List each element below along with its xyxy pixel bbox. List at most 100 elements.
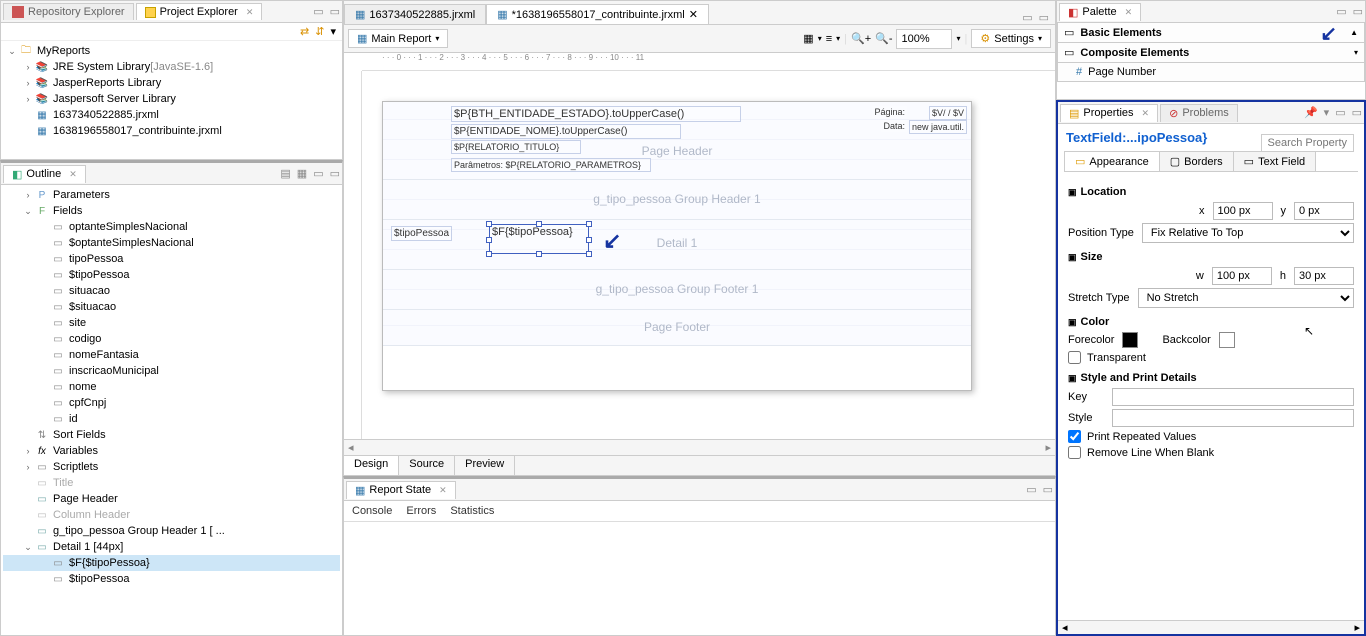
tab-preview[interactable]: Preview bbox=[455, 456, 515, 475]
expr-nome[interactable]: $P{ENTIDADE_NOME}.toUpperCase() bbox=[451, 124, 681, 139]
outline-item[interactable]: ▭Page Header bbox=[3, 491, 340, 507]
select-stretch-type[interactable]: No Stretch bbox=[1138, 288, 1354, 308]
zoom-input[interactable] bbox=[896, 29, 952, 49]
maximize-icon[interactable]: ▭ bbox=[1352, 106, 1362, 119]
minimize-icon[interactable]: ▭ bbox=[1335, 106, 1345, 119]
pin-icon[interactable]: 📌 bbox=[1304, 106, 1318, 119]
outline-item[interactable]: ▭site bbox=[3, 315, 340, 331]
data-val[interactable]: new java.util. bbox=[909, 120, 967, 134]
select-position-type[interactable]: Fix Relative To Top bbox=[1142, 223, 1354, 243]
tab-project-explorer[interactable]: Project Explorer ✕ bbox=[136, 3, 263, 20]
data-label[interactable]: Data: bbox=[881, 120, 907, 132]
outline-item[interactable]: ▭situacao bbox=[3, 283, 340, 299]
collapse-all-icon[interactable]: ⇄ bbox=[300, 25, 309, 38]
outline-item[interactable]: ▭inscricaoMunicipal bbox=[3, 363, 340, 379]
outline-item[interactable]: ▭id bbox=[3, 411, 340, 427]
input-x[interactable] bbox=[1213, 202, 1273, 220]
tree-item[interactable]: ›📚JasperReports Library bbox=[3, 75, 340, 91]
close-icon[interactable]: ✕ bbox=[1125, 7, 1133, 18]
minimize-icon[interactable]: ▭ bbox=[313, 167, 323, 180]
outline-item[interactable]: ⇅Sort Fields bbox=[3, 427, 340, 443]
editor-tab-1[interactable]: ▦ 1637340522885.jrxml bbox=[344, 4, 486, 24]
outline-item[interactable]: ▭$F{$tipoPessoa} bbox=[3, 555, 340, 571]
view-menu-icon[interactable]: ▾ bbox=[1324, 106, 1330, 119]
outline-item[interactable]: ▭Title bbox=[3, 475, 340, 491]
tool-icon[interactable]: ≡ bbox=[826, 33, 832, 45]
pagina-label[interactable]: Página: bbox=[872, 106, 907, 118]
tab-report-state[interactable]: ▦ Report State ✕ bbox=[346, 481, 456, 499]
main-report-dropdown[interactable]: ▦ Main Report ▾ bbox=[348, 29, 448, 48]
backcolor-swatch[interactable] bbox=[1219, 332, 1235, 348]
tree-item[interactable]: ⌄🗀MyReports bbox=[3, 43, 340, 59]
expr-titulo[interactable]: $P{RELATORIO_TITULO} bbox=[451, 140, 581, 154]
minimize-icon[interactable]: ▭ bbox=[1026, 483, 1036, 496]
outline-item[interactable]: ⌄FFields bbox=[3, 203, 340, 219]
palette-item-pagenumber[interactable]: # Page Number bbox=[1057, 62, 1365, 82]
tree-item[interactable]: ▦1638196558017_contribuinte.jrxml bbox=[3, 123, 340, 139]
minimize-icon[interactable]: ▭ bbox=[1022, 11, 1032, 24]
palette-group-composite[interactable]: ▭ Composite Elements ↙ ▾ bbox=[1057, 42, 1365, 63]
maximize-icon[interactable]: ▭ bbox=[1353, 5, 1363, 18]
outline-item[interactable]: ▭nomeFantasia bbox=[3, 347, 340, 363]
search-property[interactable]: Search Property bbox=[1261, 134, 1354, 152]
tab-outline[interactable]: ◧ Outline ✕ bbox=[3, 165, 86, 183]
forecolor-swatch[interactable] bbox=[1122, 332, 1138, 348]
close-icon[interactable]: ✕ bbox=[246, 7, 254, 18]
input-w[interactable] bbox=[1212, 267, 1272, 285]
outline-item[interactable]: ▭$tipoPessoa bbox=[3, 571, 340, 587]
proptab-borders[interactable]: ▢ Borders bbox=[1159, 151, 1234, 171]
close-icon[interactable]: ✕ bbox=[439, 485, 447, 496]
design-canvas[interactable]: · · · 0 · · · 1 · · · 2 · · · 3 · · · 4 … bbox=[344, 53, 1055, 439]
input-key[interactable] bbox=[1112, 388, 1354, 406]
maximize-icon[interactable]: ▭ bbox=[1043, 483, 1053, 496]
tab-design[interactable]: Design bbox=[344, 456, 399, 475]
input-y[interactable] bbox=[1294, 202, 1354, 220]
collapse-icon[interactable]: ▣ bbox=[1068, 187, 1077, 198]
tool-icon[interactable]: ▦ bbox=[803, 32, 813, 45]
outline-icon-1[interactable]: ▤ bbox=[280, 167, 290, 180]
zoom-out-icon[interactable]: 🔍- bbox=[875, 32, 892, 45]
expr-estado[interactable]: $P{BTH_ENTIDADE_ESTADO}.toUpperCase() bbox=[451, 106, 741, 122]
tab-source[interactable]: Source bbox=[399, 456, 455, 475]
pagina-val[interactable]: $V/ / $V bbox=[929, 106, 967, 120]
expr-params[interactable]: Parâmetros: $P{RELATORIO_PARAMETROS} bbox=[451, 158, 651, 172]
outline-item[interactable]: ▭$tipoPessoa bbox=[3, 267, 340, 283]
outline-tree[interactable]: ›PParameters⌄FFields▭optanteSimplesNacio… bbox=[1, 185, 342, 635]
palette-group-basic[interactable]: ▭ Basic Elements ▲ bbox=[1057, 23, 1365, 43]
checkbox-print-repeated[interactable] bbox=[1068, 430, 1081, 443]
outline-item[interactable]: ▭optanteSimplesNacional bbox=[3, 219, 340, 235]
outline-item[interactable]: ⌄▭Detail 1 [44px] bbox=[3, 539, 340, 555]
proptab-textfield[interactable]: ▭ Text Field bbox=[1233, 151, 1316, 171]
view-menu-icon[interactable]: ▾ bbox=[330, 25, 336, 38]
proptab-appearance[interactable]: ▭ Appearance bbox=[1064, 151, 1160, 171]
subtab-errors[interactable]: Errors bbox=[406, 505, 436, 517]
collapse-icon[interactable]: ▣ bbox=[1068, 373, 1077, 384]
tree-item[interactable]: ▦1637340522885.jrxml bbox=[3, 107, 340, 123]
outline-item[interactable]: ▭cpfCnpj bbox=[3, 395, 340, 411]
outline-item[interactable]: ›▭Scriptlets bbox=[3, 459, 340, 475]
outline-item[interactable]: ▭nome bbox=[3, 379, 340, 395]
checkbox-transparent[interactable] bbox=[1068, 351, 1081, 364]
close-icon[interactable]: ✕ bbox=[689, 8, 698, 21]
input-style[interactable] bbox=[1112, 409, 1354, 427]
outline-item[interactable]: ▭Column Header bbox=[3, 507, 340, 523]
outline-item[interactable]: ▭codigo bbox=[3, 331, 340, 347]
tree-item[interactable]: ›📚JRE System Library [JavaSE-1.6] bbox=[3, 59, 340, 75]
tab-problems[interactable]: ⊘ Problems bbox=[1160, 104, 1238, 122]
tab-palette[interactable]: ◧ Palette ✕ bbox=[1059, 3, 1141, 21]
maximize-icon[interactable]: ▭ bbox=[330, 167, 340, 180]
zoom-in-icon[interactable]: 🔍+ bbox=[851, 32, 871, 45]
outline-item[interactable]: ▭g_tipo_pessoa Group Header 1 [ ... bbox=[3, 523, 340, 539]
collapse-icon[interactable]: ▣ bbox=[1068, 252, 1077, 263]
outline-item[interactable]: ▭$situacao bbox=[3, 299, 340, 315]
outline-item[interactable]: ›PParameters bbox=[3, 187, 340, 203]
detail-static[interactable]: $tipoPessoa bbox=[391, 226, 452, 241]
checkbox-remove-blank[interactable] bbox=[1068, 446, 1081, 459]
input-h[interactable] bbox=[1294, 267, 1354, 285]
maximize-icon[interactable]: ▭ bbox=[1039, 11, 1049, 24]
editor-tab-2[interactable]: ▦ *1638196558017_contribuinte.jrxml ✕ bbox=[486, 4, 709, 24]
outline-item[interactable]: ▭$optanteSimplesNacional bbox=[3, 235, 340, 251]
minimize-icon[interactable]: ▭ bbox=[1336, 5, 1346, 18]
close-icon[interactable]: ✕ bbox=[1142, 108, 1150, 119]
outline-icon-2[interactable]: ▦ bbox=[297, 167, 307, 180]
